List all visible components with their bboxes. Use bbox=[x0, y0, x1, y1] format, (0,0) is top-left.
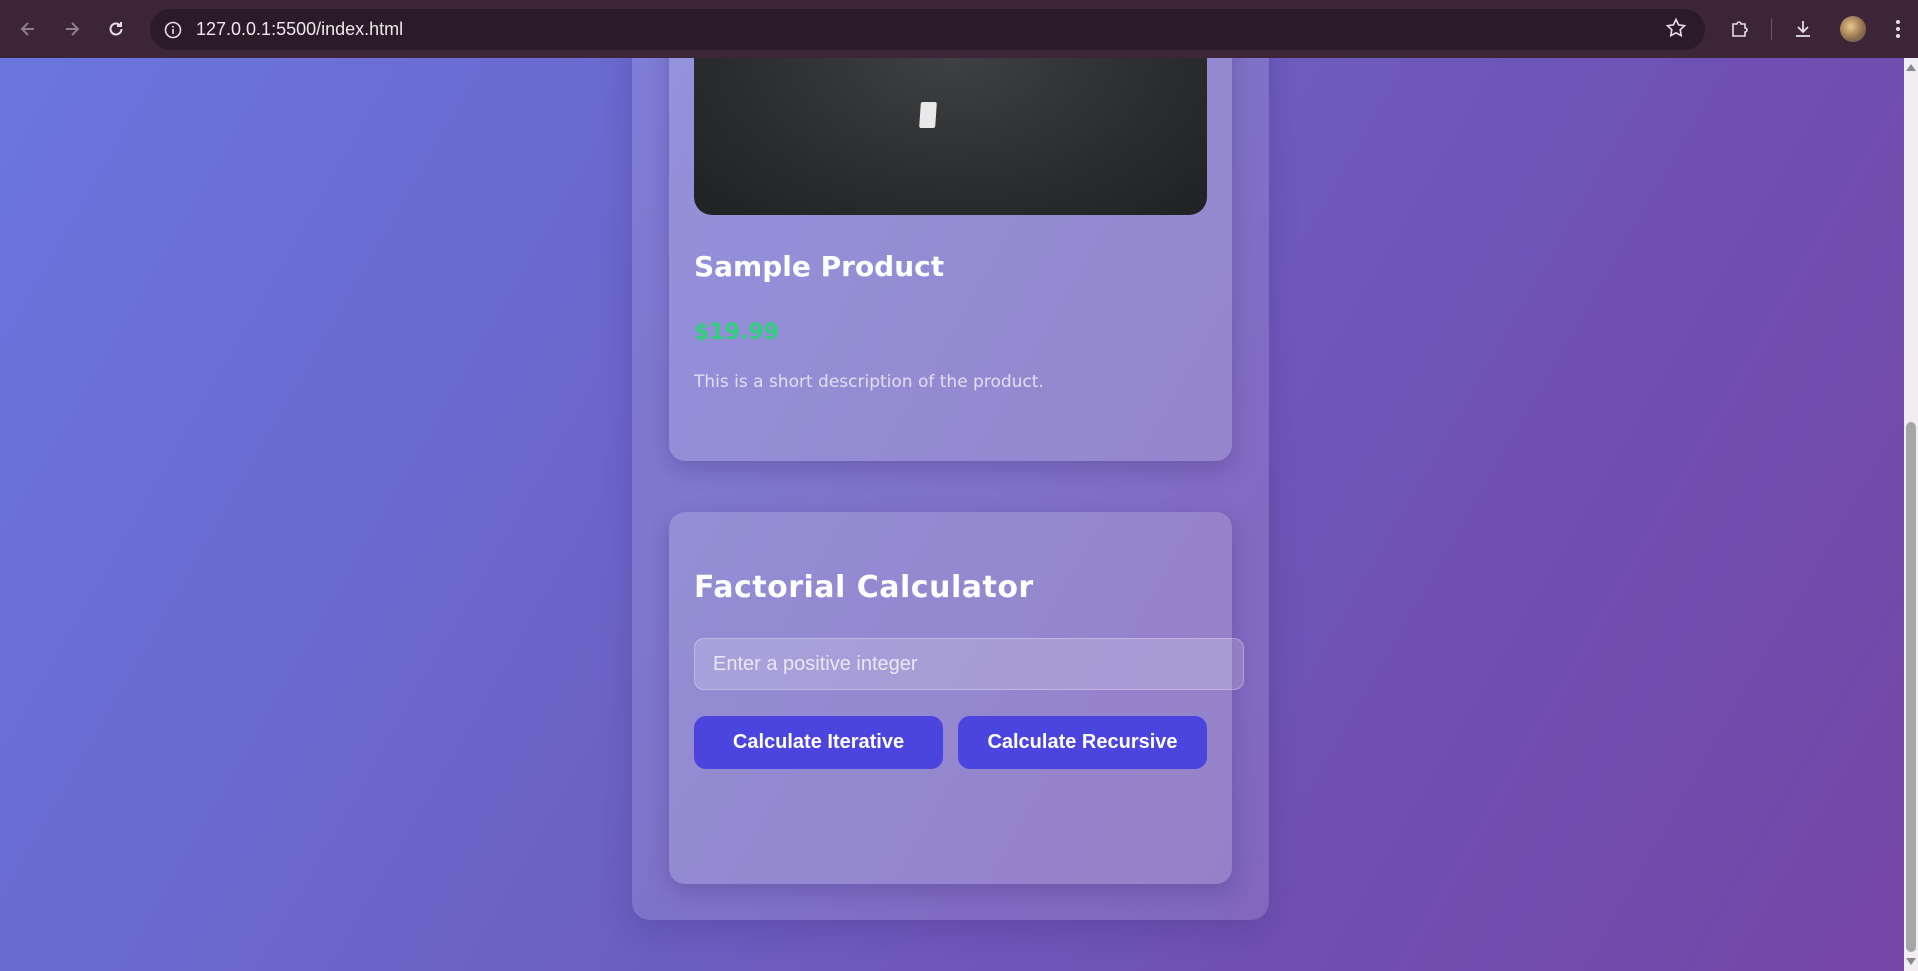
scroll-up-icon[interactable] bbox=[1906, 64, 1916, 71]
avatar bbox=[1840, 16, 1866, 42]
puzzle-icon[interactable] bbox=[1715, 9, 1765, 49]
toolbar-actions bbox=[1715, 9, 1918, 49]
vertical-scrollbar[interactable] bbox=[1904, 58, 1918, 971]
factorial-card: Factorial Calculator Calculate Iterative… bbox=[669, 512, 1244, 884]
product-card: Sample Product $19.99 This is a short de… bbox=[669, 58, 1232, 461]
calculator-title: Factorial Calculator bbox=[694, 570, 1034, 605]
reload-icon[interactable] bbox=[96, 9, 136, 49]
product-image bbox=[694, 58, 1207, 215]
browser-toolbar: 127.0.0.1:5500/index.html bbox=[0, 0, 1918, 58]
product-description: This is a short description of the produ… bbox=[694, 372, 1044, 392]
info-icon[interactable] bbox=[162, 19, 184, 41]
star-icon[interactable] bbox=[1665, 17, 1687, 43]
scroll-down-icon[interactable] bbox=[1906, 958, 1916, 965]
address-bar[interactable]: 127.0.0.1:5500/index.html bbox=[150, 9, 1705, 50]
main-container: Sample Product $19.99 This is a short de… bbox=[632, 58, 1269, 920]
page-viewport: Sample Product $19.99 This is a short de… bbox=[0, 58, 1904, 971]
product-title: Sample Product bbox=[694, 250, 945, 283]
calculate-iterative-button[interactable]: Calculate Iterative bbox=[694, 716, 943, 769]
calculate-recursive-button[interactable]: Calculate Recursive bbox=[958, 716, 1207, 769]
product-price: $19.99 bbox=[694, 320, 779, 345]
url-text[interactable]: 127.0.0.1:5500/index.html bbox=[196, 19, 403, 40]
integer-input[interactable] bbox=[694, 638, 1244, 690]
profile-button[interactable] bbox=[1828, 9, 1878, 49]
scroll-thumb[interactable] bbox=[1906, 422, 1916, 952]
toolbar-divider bbox=[1771, 18, 1772, 40]
road-marking bbox=[919, 102, 937, 128]
back-arrow-icon[interactable] bbox=[8, 9, 48, 49]
forward-arrow-icon[interactable] bbox=[52, 9, 92, 49]
download-icon[interactable] bbox=[1778, 9, 1828, 49]
kebab-menu-icon[interactable] bbox=[1878, 9, 1918, 49]
